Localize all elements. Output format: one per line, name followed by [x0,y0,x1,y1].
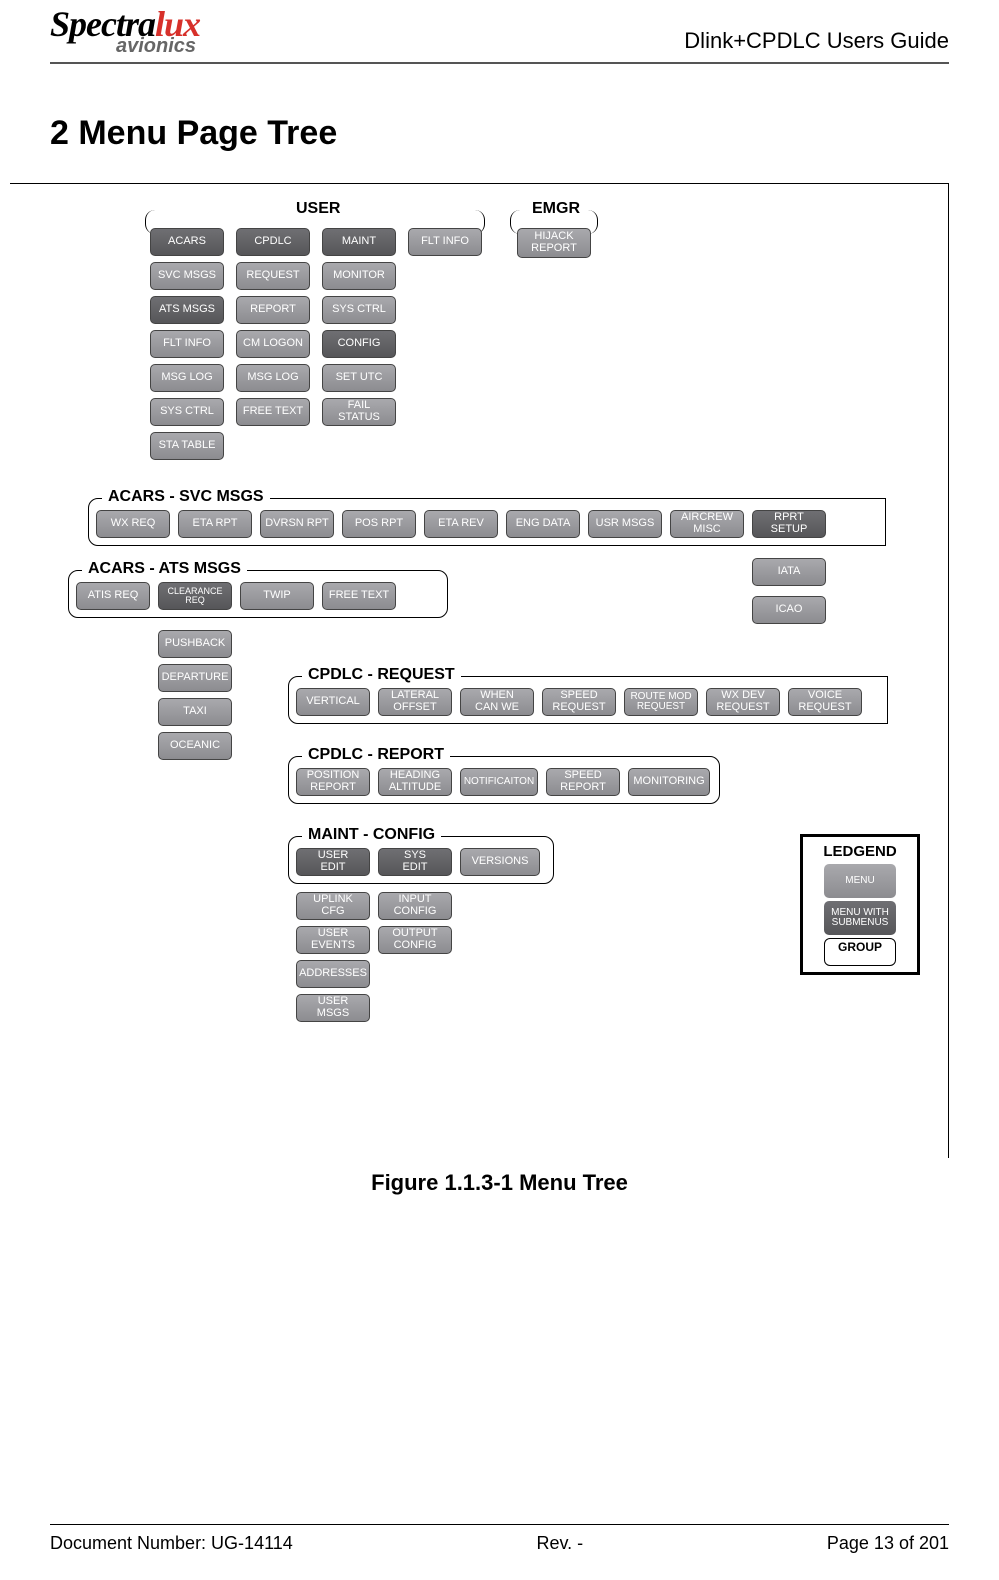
btn-free-text: FREE TEXT [236,398,310,426]
btn-acars: ACARS [150,228,224,256]
btn-departure: DEPARTURE [158,664,232,692]
legend-title: LEDGEND [809,843,911,860]
btn-voice-req: VOICE REQUEST [788,688,862,716]
btn-eng-data: ENG DATA [506,510,580,538]
page-footer: Document Number: UG-14114 Rev. - Page 13… [50,1524,949,1554]
btn-clearance: CLEARANCE REQ [158,582,232,610]
btn-dvrsn: DVRSN RPT [260,510,334,538]
btn-wx-dev: WX DEV REQUEST [706,688,780,716]
btn-lat-off: LATERAL OFFSET [378,688,452,716]
btn-hijack: HIJACK REPORT [517,228,591,258]
btn-cpdlc: CPDLC [236,228,310,256]
btn-sys-ctrl2: SYS CTRL [322,296,396,324]
group-rep-label: CPDLC - REPORT [302,746,450,764]
btn-atis-req: ATIS REQ [76,582,150,610]
document-title: Dlink+CPDLC Users Guide [684,28,949,54]
btn-monitoring: MONITORING [628,768,710,796]
btn-svc-msgs: SVC MSGS [150,262,224,290]
btn-set-utc: SET UTC [322,364,396,392]
btn-freetext2: FREE TEXT [322,582,396,610]
btn-icao: ICAO [752,596,826,624]
group-req-label: CPDLC - REQUEST [302,666,461,684]
btn-speed-req: SPEED REQUEST [542,688,616,716]
figure-caption: Figure 1.1.3-1 Menu Tree [50,1170,949,1196]
btn-flt-info2: FLT INFO [408,228,482,256]
btn-notif: NOTIFICAITON [460,768,538,796]
btn-in-cfg: INPUT CONFIG [378,892,452,920]
btn-user-edit: USER EDIT [296,848,370,876]
btn-oceanic: OCEANIC [158,732,232,760]
section-heading: 2 Menu Page Tree [50,114,949,153]
brand-logo: Spectralux avionics [50,6,200,56]
btn-aircrew: AIRCREW MISC [670,510,744,538]
btn-usermsgs: USER MSGS [296,994,370,1022]
btn-wx-req: WX REQ [96,510,170,538]
page-header: Spectralux avionics Dlink+CPDLC Users Gu… [50,0,949,64]
legend-group: GROUP [824,938,896,966]
btn-speed-rep: SPEED REPORT [546,768,620,796]
btn-taxi: TAXI [158,698,232,726]
btn-sta-table: STA TABLE [150,432,224,460]
footer-rev: Rev. - [537,1533,584,1554]
legend-box: LEDGEND MENU MENU WITH SUBMENUS GROUP [800,834,920,975]
btn-report: REPORT [236,296,310,324]
btn-flt-info: FLT INFO [150,330,224,358]
legend-menu-sub: MENU WITH SUBMENUS [824,901,896,935]
btn-msg-log: MSG LOG [150,364,224,392]
btn-out-cfg: OUTPUT CONFIG [378,926,452,954]
btn-sys-ctrl: SYS CTRL [150,398,224,426]
btn-msg-log2: MSG LOG [236,364,310,392]
btn-vertical: VERTICAL [296,688,370,716]
btn-pos-rep: POSITION REPORT [296,768,370,796]
footer-page: Page 13 of 201 [827,1533,949,1554]
btn-eta-rev: ETA REV [424,510,498,538]
btn-ats-msgs: ATS MSGS [150,296,224,324]
btn-rprt-setup: RPRT SETUP [752,510,826,538]
btn-twip: TWIP [240,582,314,610]
btn-iata: IATA [752,558,826,586]
btn-addresses: ADDRESSES [296,960,370,988]
btn-when-can: WHEN CAN WE [460,688,534,716]
btn-monitor: MONITOR [322,262,396,290]
menu-tree-diagram: USER EMGR ACARS SVC MSGS ATS MSGS FLT IN… [10,198,940,1148]
group-cfg-label: MAINT - CONFIG [302,826,441,844]
group-user-label: USER [290,200,346,218]
btn-cm-logon: CM LOGON [236,330,310,358]
btn-maint: MAINT [322,228,396,256]
legend-menu: MENU [824,864,896,898]
btn-versions: VERSIONS [460,848,540,876]
btn-fail-stat: FAIL STATUS [322,398,396,426]
btn-eta-rpt: ETA RPT [178,510,252,538]
figure-frame: USER EMGR ACARS SVC MSGS ATS MSGS FLT IN… [10,183,949,1158]
btn-sys-edit: SYS EDIT [378,848,452,876]
btn-usr-msgs: USR MSGS [588,510,662,538]
btn-request: REQUEST [236,262,310,290]
group-svc-label: ACARS - SVC MSGS [102,488,270,506]
group-emgr-label: EMGR [526,200,586,218]
group-ats-label: ACARS - ATS MSGS [82,560,247,578]
btn-config: CONFIG [322,330,396,358]
btn-pos-rpt: POS RPT [342,510,416,538]
btn-userev: USER EVENTS [296,926,370,954]
footer-docnum: Document Number: UG-14114 [50,1533,293,1554]
btn-uplink: UPLINK CFG [296,892,370,920]
btn-route-mod: ROUTE MOD REQUEST [624,688,698,716]
btn-hdg-alt: HEADING ALTITUDE [378,768,452,796]
btn-pushback: PUSHBACK [158,630,232,658]
